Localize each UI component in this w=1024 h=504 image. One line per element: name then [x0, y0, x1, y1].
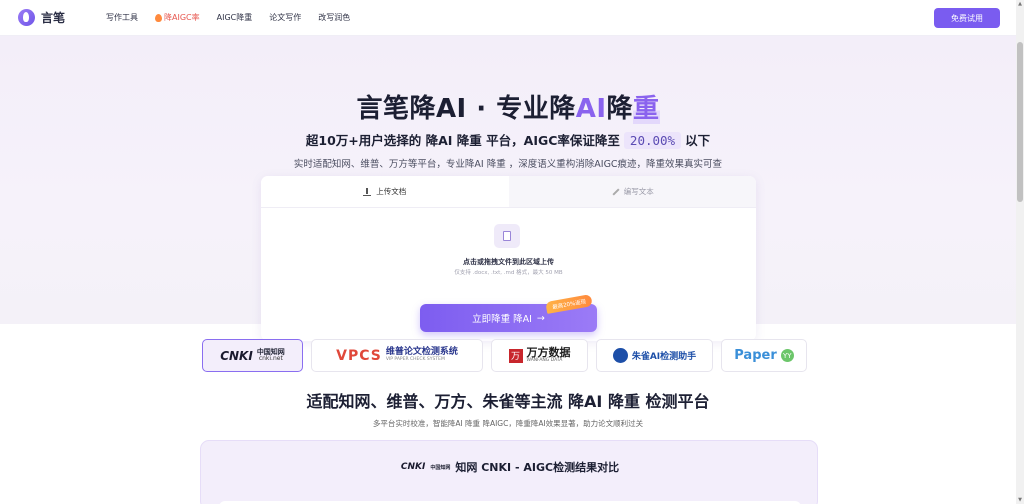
wanfang-en-name: WANFANG DATA — [526, 358, 563, 364]
hero-title: 言笔降AI · 专业降AI降重 — [0, 88, 1016, 125]
logo[interactable]: 言笔 — [18, 9, 65, 26]
platform-cnki[interactable]: CNKI 中国知网 cnki.net — [202, 339, 303, 372]
submit-label: 立即降重 降AI — [472, 314, 532, 325]
logo-text: 言笔 — [41, 11, 66, 25]
main-nav: 写作工具 降AIGC率 AIGC降重 论文写作 改写润色 — [106, 12, 367, 23]
dropzone-title[interactable]: 点击或拖拽文件到此区域上传 — [261, 257, 756, 267]
arrow-right-icon: → — [536, 312, 545, 324]
hero-title-jiang: 降 — [606, 94, 634, 124]
dropzone-hint: 仅支持 .docx, .txt, .md 格式，最大 50 MB — [454, 270, 563, 276]
nav-reduce-aigc-label: 降AIGC率 — [164, 13, 200, 22]
platform-paperyy[interactable]: Paper YY — [721, 339, 807, 372]
hero-subtitle: 超10万+用户选择的 降AI 降重 平台，AIGC率保证降至 20.00% 以下 — [0, 130, 1016, 149]
paperyy-name: Paper — [734, 348, 777, 363]
cnki-logo: CNKI — [220, 348, 253, 363]
tab-upload-document[interactable]: 上传文档 — [261, 176, 509, 207]
hero-title-zhong: 重 — [633, 94, 660, 124]
nav-thesis-writing[interactable]: 论文写作 — [269, 12, 301, 23]
platforms-section-title: 适配知网、维普、万方、朱雀等主流 降AI 降重 检测平台 — [306, 392, 710, 411]
platform-logos: CNKI 中国知网 cnki.net VPCS 维普论文检测系统 VIP PAP… — [202, 339, 807, 372]
nav-rewrite-polish[interactable]: 改写润色 — [318, 12, 350, 23]
nav-writing-tools[interactable]: 写作工具 — [106, 12, 138, 23]
wanfang-text: 万方数据 WANFANG DATA — [526, 346, 571, 364]
upload-icon — [363, 187, 372, 196]
tab-write-text[interactable]: 编写文本 — [508, 176, 756, 207]
wanfang-logo-icon: 万 — [508, 348, 523, 363]
scroll-down-icon[interactable]: ▼ — [1017, 497, 1023, 503]
hero-section: 言笔降AI · 专业降AI降重 超10万+用户选择的 降AI 降重 平台，AIG… — [0, 36, 1016, 341]
comparison-panel: CNKI 中国知网 知网 CNKI - AIGC检测结果对比 — [200, 440, 818, 504]
upload-card: 上传文档 编写文本 点击或拖拽文件到此区域上传 仅支持 .docx, .txt,… — [261, 176, 756, 341]
hero-title-part1: 言笔降AI · 专业降 — [356, 94, 576, 124]
fire-icon — [155, 13, 162, 22]
hero-subtitle-part1: 超10万+用户选择的 降AI 降重 平台，AIGC率保证降至 — [305, 133, 620, 148]
scrollbar-thumb[interactable] — [1017, 42, 1023, 202]
platforms-section-desc: 多平台实时校准，智能降AI 降重 降AIGC，降重降AI效果显著，助力论文顺利过… — [372, 419, 644, 428]
comparison-header: CNKI 中国知网 知网 CNKI - AIGC检测结果对比 — [201, 459, 819, 475]
vpcs-en-name: VIP PAPER CHECK SYSTEM — [385, 356, 445, 362]
free-trial-button[interactable]: 免费试用 — [934, 8, 1000, 28]
pencil-icon — [611, 188, 619, 196]
vpcs-logo: VPCS — [336, 347, 382, 364]
paperyy-logo-icon: YY — [780, 349, 794, 362]
cnki-mini-logo: CNKI — [400, 462, 426, 472]
cnki-logo-text: 中国知网 cnki.net — [257, 349, 285, 362]
platform-vpcs[interactable]: VPCS 维普论文检测系统 VIP PAPER CHECK SYSTEM — [311, 339, 483, 372]
hero-description: 实时适配知网、维普、万方等平台，专业降AI 降重 ，深度语义重构消除AIGC痕迹… — [293, 159, 723, 170]
hero-subtitle-part2: 以下 — [685, 133, 711, 148]
platform-wanfang[interactable]: 万 万方数据 WANFANG DATA — [491, 339, 588, 372]
nav-aigc-dedup[interactable]: AIGC降重 — [217, 12, 253, 23]
vpcs-text: 维普论文检测系统 VIP PAPER CHECK SYSTEM — [385, 347, 458, 363]
scrollbar[interactable]: ▲ ▼ — [1016, 0, 1024, 504]
upload-tabs: 上传文档 编写文本 — [261, 176, 756, 208]
cnki-mini-cn: 中国知网 — [430, 464, 451, 471]
comparison-title: 知网 CNKI - AIGC检测结果对比 — [455, 461, 620, 474]
tab-upload-label: 上传文档 — [376, 187, 407, 196]
file-icon[interactable] — [494, 224, 520, 248]
cnki-domain: cnki.net — [258, 355, 283, 362]
tab-write-label: 编写文本 — [623, 187, 654, 196]
scroll-up-icon[interactable]: ▲ — [1017, 1, 1023, 7]
zhuque-name: 朱雀AI检测助手 — [631, 352, 697, 362]
platform-zhuque[interactable]: 朱雀AI检测助手 — [596, 339, 713, 372]
hero-title-ai: AI — [575, 94, 607, 124]
aigc-rate-badge: 20.00% — [623, 132, 682, 149]
top-navbar: 言笔 写作工具 降AIGC率 AIGC降重 论文写作 改写润色 免费试用 — [0, 0, 1016, 36]
nav-reduce-aigc[interactable]: 降AIGC率 — [155, 12, 200, 23]
zhuque-logo-icon — [612, 348, 628, 363]
logo-icon — [18, 9, 35, 26]
